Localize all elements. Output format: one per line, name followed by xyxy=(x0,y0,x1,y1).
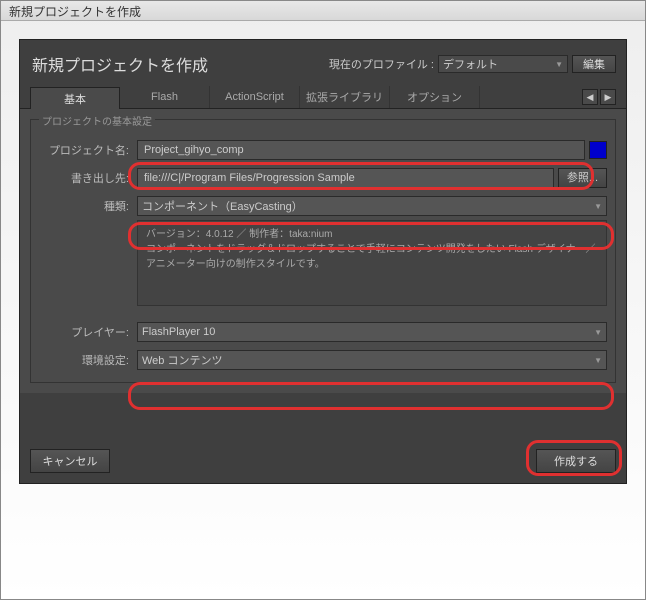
chevron-down-icon: ▼ xyxy=(594,356,602,365)
label-output: 書き出し先: xyxy=(39,170,137,186)
chevron-down-icon: ▼ xyxy=(594,328,602,337)
window-body: 新規プロジェクトを作成 現在のプロファイル : デフォルト ▼ 編集 基本 Fl… xyxy=(1,21,645,502)
tab-actionscript[interactable]: ActionScript xyxy=(210,86,300,108)
row-player: プレイヤー: FlashPlayer 10 ▼ xyxy=(39,322,607,342)
project-name-input[interactable] xyxy=(137,140,585,160)
fieldset-label: プロジェクトの基本設定 xyxy=(39,113,155,128)
chevron-down-icon: ▼ xyxy=(594,202,602,211)
profile-dropdown[interactable]: デフォルト ▼ xyxy=(438,55,568,73)
page-title: 新規プロジェクトを作成 xyxy=(32,52,208,76)
player-dropdown[interactable]: FlashPlayer 10 ▼ xyxy=(137,322,607,342)
label-type: 種類: xyxy=(39,198,137,214)
row-output: 書き出し先: 参照... xyxy=(39,168,607,188)
cancel-button[interactable]: キャンセル xyxy=(30,449,110,473)
row-type: 種類: コンポーネント（EasyCasting） ▼ xyxy=(39,196,607,216)
tab-nav: ◀ ▶ xyxy=(582,89,616,105)
tab-next-button[interactable]: ▶ xyxy=(600,89,616,105)
fieldset-basic: プロジェクトの基本設定 プロジェクト名: 書き出し先: 参照... 種類: xyxy=(30,119,616,383)
tabs: 基本 Flash ActionScript 拡張ライブラリ オプション ◀ ▶ xyxy=(20,86,626,109)
type-description: バージョン：4.0.12 ／ 制作者：taka:nium コンポーネントをドラッ… xyxy=(137,220,607,306)
env-dropdown[interactable]: Web コンテンツ ▼ xyxy=(137,350,607,370)
color-swatch[interactable] xyxy=(589,141,607,159)
tab-prev-button[interactable]: ◀ xyxy=(582,89,598,105)
output-input[interactable] xyxy=(137,168,554,188)
chevron-down-icon: ▼ xyxy=(555,60,563,69)
type-value: コンポーネント（EasyCasting） xyxy=(142,198,303,214)
desc-line1: バージョン：4.0.12 ／ 制作者：taka:nium xyxy=(146,227,598,242)
profile-value: デフォルト xyxy=(443,56,498,72)
profile-area: 現在のプロファイル : デフォルト ▼ 編集 xyxy=(329,55,616,73)
label-player: プレイヤー: xyxy=(39,324,137,340)
env-value: Web コンテンツ xyxy=(142,352,222,368)
desc-line2: コンポーネントをドラッグ＆ドロップすることで手軽にコンテンツ開発をしたい Fla… xyxy=(146,242,598,272)
panel: 新規プロジェクトを作成 現在のプロファイル : デフォルト ▼ 編集 基本 Fl… xyxy=(19,39,627,484)
tab-basic[interactable]: 基本 xyxy=(30,87,120,109)
create-button[interactable]: 作成する xyxy=(536,449,616,473)
row-env: 環境設定: Web コンテンツ ▼ xyxy=(39,350,607,370)
window-title: 新規プロジェクトを作成 xyxy=(9,5,141,19)
titlebar: 新規プロジェクトを作成 xyxy=(1,1,645,21)
footer: キャンセル 作成する xyxy=(30,449,616,473)
header: 新規プロジェクトを作成 現在のプロファイル : デフォルト ▼ 編集 xyxy=(20,40,626,86)
browse-button[interactable]: 参照... xyxy=(558,168,607,188)
edit-button[interactable]: 編集 xyxy=(572,55,616,73)
tab-extensions[interactable]: 拡張ライブラリ xyxy=(300,86,390,108)
tab-options[interactable]: オプション xyxy=(390,86,480,108)
label-project-name: プロジェクト名: xyxy=(39,142,137,158)
content: プロジェクトの基本設定 プロジェクト名: 書き出し先: 参照... 種類: xyxy=(20,109,626,393)
type-dropdown[interactable]: コンポーネント（EasyCasting） ▼ xyxy=(137,196,607,216)
profile-label: 現在のプロファイル : xyxy=(329,56,434,72)
label-env: 環境設定: xyxy=(39,352,137,368)
window: 新規プロジェクトを作成 新規プロジェクトを作成 現在のプロファイル : デフォル… xyxy=(0,0,646,600)
tab-flash[interactable]: Flash xyxy=(120,86,210,108)
player-value: FlashPlayer 10 xyxy=(142,326,215,338)
row-project-name: プロジェクト名: xyxy=(39,140,607,160)
